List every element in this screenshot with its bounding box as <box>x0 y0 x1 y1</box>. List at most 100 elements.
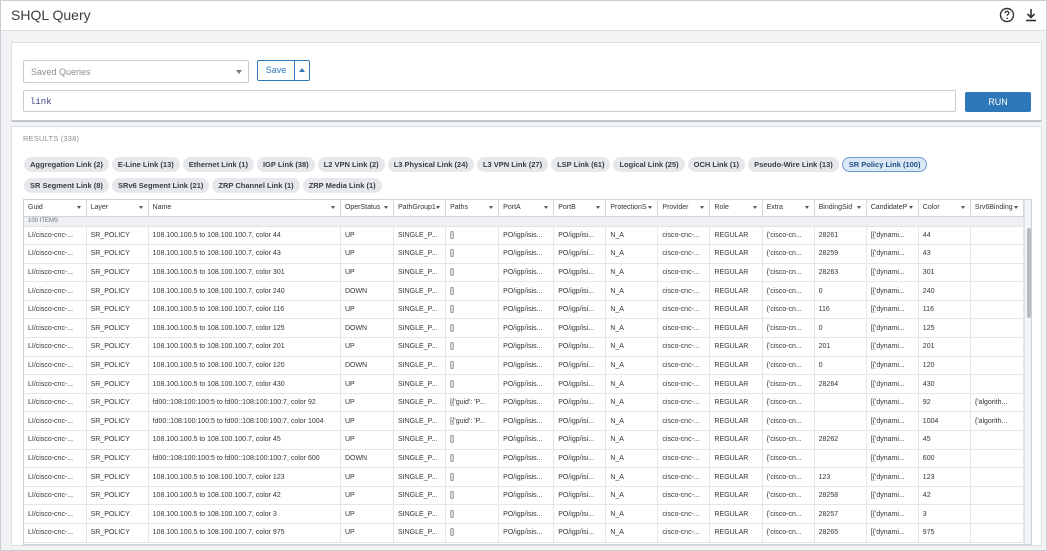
table-cell: UP <box>340 226 395 246</box>
table-cell: SR_POLICY <box>86 393 149 413</box>
column-header[interactable]: ProtectionS <box>605 200 659 217</box>
table-cell: PO/igp/isis... <box>498 393 555 413</box>
sort-caret-icon[interactable] <box>489 206 494 209</box>
filter-chip[interactable]: Aggregation Link (2) <box>24 157 109 172</box>
download-icon[interactable] <box>1023 7 1039 23</box>
help-circle-icon[interactable] <box>999 7 1015 23</box>
sort-caret-icon[interactable] <box>908 206 913 209</box>
table-row[interactable]: LI/cisco-cnc-... SR_POLICY 108.100.100.5 t… <box>24 263 1025 283</box>
column-header[interactable]: Srv6Binding <box>970 200 1025 217</box>
filter-chip[interactable]: ZRP Media Link (1) <box>302 178 382 193</box>
run-button[interactable]: RUN <box>965 92 1031 112</box>
table-cell: DOWN <box>340 281 395 301</box>
filter-chip[interactable]: L2 VPN Link (2) <box>317 157 385 172</box>
table-cell: 108.100.100.5 to 108.100.100.7, color 43… <box>148 374 341 394</box>
table-row[interactable]: LI/cisco-cnc-... SR_POLICY 108.100.100.5 t… <box>24 467 1025 487</box>
column-header[interactable]: Provider <box>657 200 711 217</box>
table-cell: PO/igp/isis... <box>498 523 555 543</box>
sort-caret-icon[interactable] <box>384 206 389 209</box>
table-cell: [{'guid': 'P... <box>445 393 500 413</box>
column-header[interactable]: BindingSid <box>814 200 867 217</box>
sort-caret-icon[interactable] <box>804 206 809 209</box>
table-row[interactable]: LI/cisco-cnc-... SR_POLICY fd00::108:100:1… <box>24 411 1025 432</box>
table-cell: 108.100.100.5 to 108.100.100.7, color 12… <box>148 318 341 339</box>
filter-chip[interactable]: SR Segment Link (8) <box>24 178 109 193</box>
table-cell: 108.100.100.5 to 108.100.100.7, color 43 <box>148 244 341 264</box>
column-header[interactable]: Name <box>148 200 341 217</box>
filter-chip[interactable]: Ethernet Link (1) <box>182 157 254 172</box>
table-cell: PO/igp/isi... <box>553 449 607 469</box>
filter-chip[interactable]: SR Policy Link (100) <box>841 157 928 172</box>
table-row[interactable]: LI/cisco-cnc-... SR_POLICY 108.100.100.5 t… <box>24 226 1025 246</box>
sort-caret-icon[interactable] <box>700 206 705 209</box>
sort-caret-icon[interactable] <box>1014 206 1018 209</box>
column-header[interactable]: Color <box>918 200 971 217</box>
table-cell: SINGLE_P... <box>393 467 447 487</box>
sort-caret-icon[interactable] <box>596 206 601 209</box>
sort-caret-icon[interactable] <box>138 206 143 209</box>
filter-chip[interactable]: Logical Link (25) <box>613 157 685 172</box>
sort-caret-icon[interactable] <box>856 206 861 209</box>
sort-caret-icon[interactable] <box>544 206 549 209</box>
table-cell: LI/cisco-cnc-... <box>24 486 87 506</box>
column-header[interactable]: OperStatus <box>340 200 395 217</box>
table-row[interactable]: LI/cisco-cnc-... SR_POLICY 108.100.100.5 t… <box>24 523 1025 543</box>
sort-caret-icon[interactable] <box>648 206 653 209</box>
table-row[interactable]: LI/cisco-cnc-... SR_POLICY fd00::108:100:1… <box>24 449 1025 469</box>
table-row[interactable]: LI/cisco-cnc-... SR_POLICY 108.100.100.5 t… <box>24 430 1025 450</box>
column-header-label: Name <box>152 204 172 212</box>
column-header[interactable]: Guid <box>24 200 87 217</box>
table-row[interactable]: LI/cisco-cnc-... SR_POLICY fd00::108:100:1… <box>24 393 1025 413</box>
column-header[interactable]: Layer <box>86 200 149 217</box>
sort-caret-icon[interactable] <box>76 206 81 209</box>
save-button[interactable]: Save <box>257 60 294 81</box>
table-row[interactable]: LI/cisco-cnc-... SR_POLICY 108.100.100.5 t… <box>24 281 1025 301</box>
filter-chip[interactable]: SRv6 Segment Link (21) <box>111 178 210 193</box>
sort-caret-icon[interactable] <box>436 206 441 209</box>
filter-chip[interactable]: L3 VPN Link (27) <box>476 157 549 172</box>
table-cell: [{'dynami... <box>866 411 919 432</box>
query-input[interactable]: link <box>23 90 956 112</box>
table-row[interactable]: LI/cisco-cnc-... SR_POLICY 108.100.100.5 t… <box>24 374 1025 394</box>
table-cell: [] <box>445 430 500 450</box>
table-row[interactable]: LI/cisco-cnc-... SR_POLICY 108.100.100.5 t… <box>24 486 1025 506</box>
sort-caret-icon[interactable] <box>752 206 757 209</box>
column-header[interactable]: PortB <box>553 200 607 217</box>
table-row[interactable]: LI/cisco-cnc-... SR_POLICY 108.100.100.5 t… <box>24 356 1025 376</box>
table-cell: SR_POLICY <box>86 226 149 246</box>
saved-queries-select[interactable]: Saved Queries <box>23 60 249 83</box>
table-cell: REGULAR <box>709 504 763 524</box>
table-row[interactable]: LI/cisco-cnc-... SR_POLICY 108.100.100.5 t… <box>24 504 1025 524</box>
save-options-button[interactable] <box>294 60 310 81</box>
filter-chip[interactable]: IGP Link (38) <box>256 157 315 172</box>
table-row[interactable]: LI/cisco-cnc-... SR_POLICY 108.100.100.5 t… <box>24 318 1025 339</box>
column-header[interactable]: PathGroup1 <box>393 200 447 217</box>
filter-chip[interactable]: OCH Link (1) <box>687 157 746 172</box>
sort-caret-icon[interactable] <box>330 206 335 209</box>
filter-chip[interactable]: L3 Physical Link (24) <box>387 157 474 172</box>
table-cell: SINGLE_P... <box>393 263 447 283</box>
column-header[interactable]: Role <box>709 200 763 217</box>
table-row[interactable]: LI/cisco-cnc-... SR_POLICY 108.100.100.5 t… <box>24 244 1025 264</box>
table-cell <box>970 430 1025 450</box>
filter-chip[interactable]: LSP Link (61) <box>551 157 611 172</box>
table-cell: SINGLE_P... <box>393 430 447 450</box>
table-cell: PO/igp/isi... <box>553 281 607 301</box>
table-cell: N_A <box>605 300 659 320</box>
filter-chip[interactable]: E-Line Link (13) <box>111 157 180 172</box>
filter-chip[interactable]: ZRP Channel Link (1) <box>212 178 300 193</box>
table-row[interactable]: LI/cisco-cnc-... SR_POLICY 108.100.100.5 t… <box>24 300 1025 320</box>
column-header[interactable]: Extra <box>762 200 815 217</box>
table-cell: [] <box>445 356 500 376</box>
scrollbar-thumb[interactable] <box>1027 228 1031 318</box>
table-cell: SR_POLICY <box>86 504 149 524</box>
vertical-scrollbar[interactable] <box>1024 200 1031 544</box>
column-header[interactable]: Paths <box>445 200 500 217</box>
filter-chip[interactable]: Pseudo-Wire Link (13) <box>748 157 839 172</box>
table-cell: cisco-cnc-... <box>657 281 711 301</box>
table-row[interactable]: LI/cisco-cnc-... SR_POLICY 108.100.100.5 t… <box>24 337 1025 357</box>
sort-caret-icon[interactable] <box>960 206 965 209</box>
column-header[interactable]: PortA <box>498 200 555 217</box>
table-cell: PO/igp/isis... <box>498 226 555 246</box>
column-header[interactable]: CandidateP <box>866 200 919 217</box>
